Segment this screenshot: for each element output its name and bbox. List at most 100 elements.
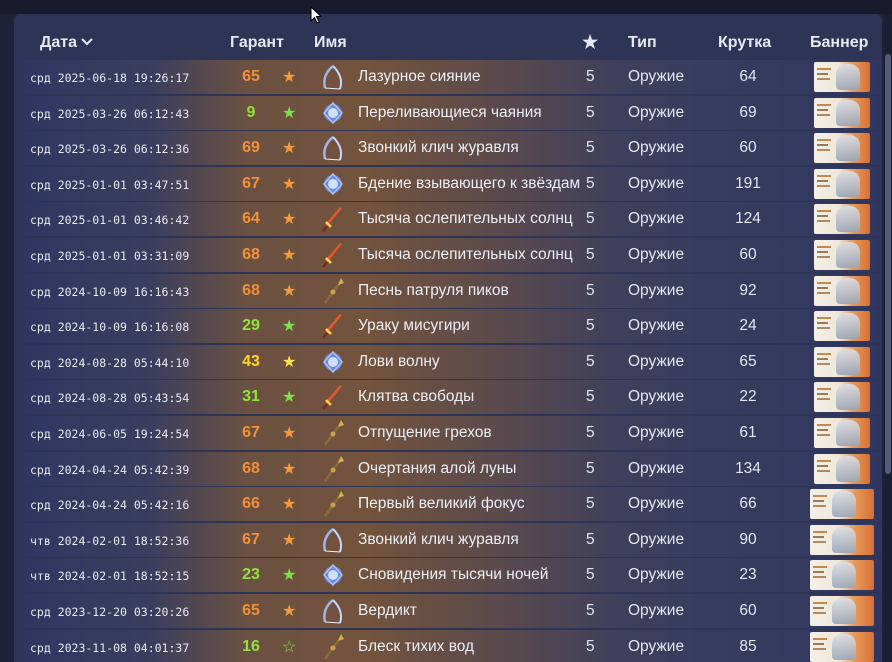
banner-thumbnail[interactable] [814,133,870,164]
row-type: Оружие [628,210,685,228]
row-pull: 22 [739,388,757,406]
row-pull: 134 [735,459,761,477]
row-date: срд 2025-01-01 03:31:09 [30,248,190,263]
row-item-name[interactable]: Вердикт [358,602,417,620]
weapon-polearm-icon [320,455,346,483]
row-item-name[interactable]: Ураку мисугири [358,317,470,335]
pity-star-icon: ★ [282,531,297,549]
table-row[interactable]: чтв 2024-02-01 18:52:36 67 ★ Звонкий клич ж… [24,522,882,557]
row-item-name[interactable]: Лови волну [358,353,440,371]
banner-thumbnail[interactable] [814,346,870,377]
banner-thumbnail[interactable] [814,453,870,484]
table-row[interactable]: срд 2025-03-26 06:12:43 9 ★ Переливающиеся … [24,95,882,130]
row-item-name[interactable]: Звонкий клич журавля [358,531,519,549]
row-type: Оружие [628,139,685,157]
row-item-name[interactable]: Лазурное сияние [358,68,481,86]
row-pity: 29 [242,317,260,335]
type-header[interactable]: Тип [628,34,657,52]
row-item-name[interactable]: Отпущение грехов [358,424,492,442]
row-item-name[interactable]: Тысяча ослепительных солнц [358,210,573,228]
weapon-bow-icon [320,134,346,162]
row-item-name[interactable]: Блеск тихих вод [358,638,474,656]
row-date: срд 2024-06-05 19:24:54 [30,426,190,441]
table-row[interactable]: срд 2024-08-28 05:43:54 31 ★ Клятва свободы… [24,380,882,415]
table-row[interactable]: срд 2024-04-24 05:42:39 68 ★ Очертания алой… [24,451,882,486]
row-type: Оружие [628,388,685,406]
banner-thumbnail[interactable] [810,489,874,520]
table-row[interactable]: чтв 2024-02-01 18:52:15 23 ★ Сновидения тыс… [24,558,882,593]
banner-thumbnail[interactable] [814,62,870,92]
banner-thumbnail[interactable] [814,239,870,270]
table-row[interactable]: срд 2025-01-01 03:46:42 64 ★ Тысяча ослепит… [24,202,882,237]
table-row[interactable]: срд 2023-12-20 03:20:26 65 ★ Вердикт 5 Оружие… [24,593,882,628]
row-pity: 68 [242,245,260,263]
rarity-header-star-icon[interactable]: ★ [582,32,598,53]
table-row[interactable]: срд 2024-04-24 05:42:16 66 ★ Первый великий… [24,487,882,522]
table-row[interactable]: срд 2025-01-01 03:47:51 67 ★ Бдение взывающ… [24,166,882,201]
banner-thumbnail[interactable] [814,97,870,128]
row-item-name[interactable]: Переливающиеся чаяния [358,104,542,122]
weapon-bow-icon [320,526,346,554]
row-item-name[interactable]: Сновидения тысячи ночей [358,566,548,584]
banner-thumbnail[interactable] [810,631,874,662]
row-rarity: 5 [586,281,595,299]
row-pity: 43 [242,352,260,370]
banner-thumbnail[interactable] [814,417,870,448]
row-pull: 191 [735,174,761,192]
table-row[interactable]: срд 2024-10-09 16:16:43 68 ★ Песнь патруля … [24,273,882,308]
row-type: Оружие [628,459,685,477]
weapon-sword-icon [320,312,346,340]
row-item-name[interactable]: Клятва свободы [358,388,474,406]
row-item-name[interactable]: Очертания алой луны [358,460,516,478]
pity-star-icon: ★ [282,353,297,371]
row-item-name[interactable]: Бдение взывающего к звёздам [358,175,580,193]
table-row[interactable]: срд 2025-01-01 03:31:09 68 ★ Тысяча ослепит… [24,237,882,272]
pity-star-icon: ★ [282,211,297,229]
row-pity: 23 [242,566,260,584]
table-row[interactable]: срд 2023-11-08 04:01:37 16 ☆ Блеск тихих во… [24,629,882,662]
banner-header[interactable]: Баннер [810,34,868,52]
row-date: срд 2025-01-01 03:47:51 [30,177,190,192]
scrollbar-thumb[interactable] [885,54,891,474]
banner-thumbnail[interactable] [814,168,870,199]
row-pity: 31 [242,388,260,406]
name-header[interactable]: Имя [314,34,347,52]
row-type: Оружие [628,495,685,513]
row-type: Оружие [628,637,685,655]
banner-thumbnail[interactable] [810,560,874,591]
row-rarity: 5 [586,459,595,477]
row-item-name[interactable]: Тысяча ослепительных солнц [358,246,573,264]
row-rarity: 5 [586,637,595,655]
table-row[interactable]: срд 2024-06-05 19:24:54 67 ★ Отпущение грех… [24,415,882,450]
pity-star-icon: ★ [282,104,297,122]
row-rarity: 5 [586,423,595,441]
chevron-down-icon [81,35,93,49]
row-pull: 66 [739,495,757,513]
sort-by-date-header[interactable]: Дата [40,34,93,52]
banner-thumbnail[interactable] [814,382,870,413]
weapon-sword-icon [320,383,346,411]
scrollbar[interactable] [884,14,892,662]
table-row[interactable]: срд 2024-08-28 05:44:10 43 ★ Лови волну 5 Ору… [24,344,882,379]
garant-header[interactable]: Гарант [230,34,284,52]
row-item-name[interactable]: Звонкий клич журавля [358,139,519,157]
row-pity: 67 [242,530,260,548]
table-row[interactable]: срд 2024-10-09 16:16:08 29 ★ Ураку мисугири… [24,309,882,344]
row-type: Оружие [628,601,685,619]
table-row[interactable]: срд 2025-06-18 19:26:17 65 ★ Лазурное сияни… [24,60,882,94]
row-rarity: 5 [586,530,595,548]
top-bar [0,0,892,14]
banner-thumbnail[interactable] [810,524,874,555]
pull-header[interactable]: Крутка [718,34,771,52]
row-item-name[interactable]: Первый великий фокус [358,495,525,513]
wish-list: срд 2025-06-18 19:26:17 65 ★ Лазурное сияни… [24,60,882,662]
banner-thumbnail[interactable] [814,204,870,235]
banner-thumbnail[interactable] [810,595,874,626]
table-row[interactable]: срд 2025-03-26 06:12:36 69 ★ Звонкий клич ж… [24,131,882,166]
banner-thumbnail[interactable] [814,311,870,342]
row-date: срд 2025-06-18 19:26:17 [30,71,190,85]
row-pull: 69 [739,103,757,121]
row-item-name[interactable]: Песнь патруля пиков [358,282,509,300]
row-date: чтв 2024-02-01 18:52:36 [30,533,190,548]
banner-thumbnail[interactable] [814,275,870,306]
